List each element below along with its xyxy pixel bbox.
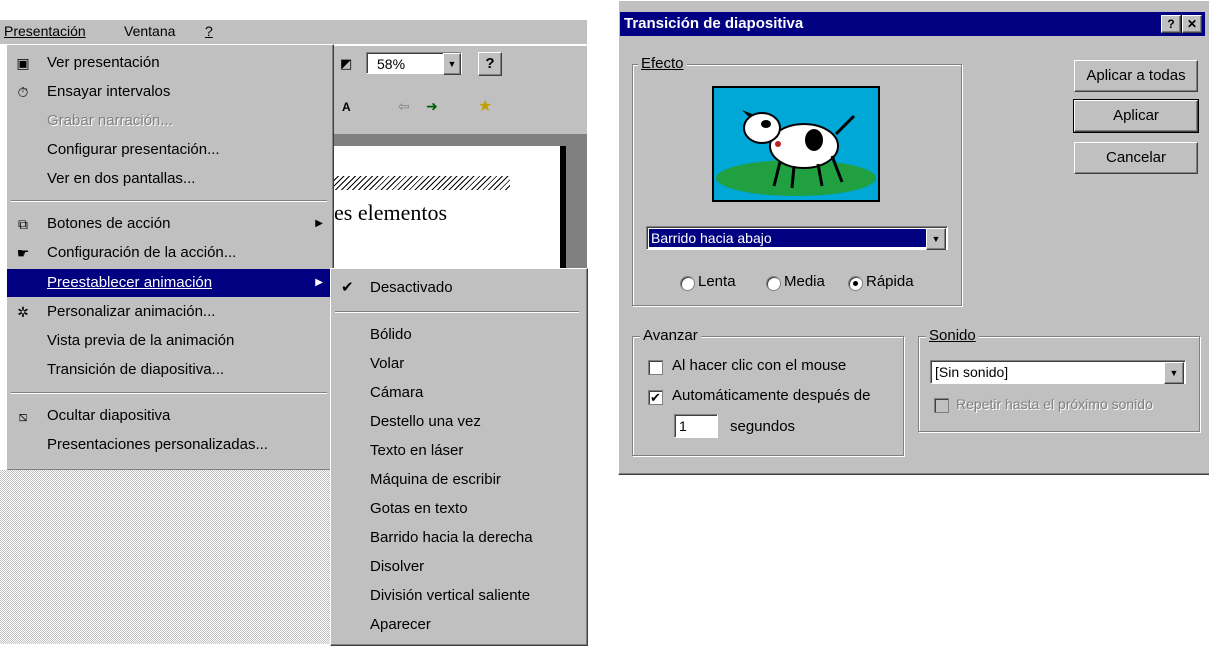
sound-select-value: [Sin sonido]: [935, 364, 1009, 380]
submenu-item-desactivado[interactable]: ✔ Desactivado: [331, 273, 587, 302]
menu-item-configurar-presentacion[interactable]: Configurar presentación...: [7, 136, 333, 164]
effect-select-value: Barrido hacia abajo: [649, 229, 927, 247]
slide-canvas[interactable]: es elementos: [332, 146, 566, 268]
advance-group-title: Avanzar: [640, 327, 701, 344]
dog-preview-icon: [714, 88, 878, 200]
action-settings-icon: ☛: [16, 245, 30, 261]
submenu-item[interactable]: Máquina de escribir: [331, 465, 587, 494]
demote-icon[interactable]: ➜: [426, 98, 438, 115]
dialog-title: Transición de diapositiva: [624, 15, 804, 32]
submenu-item[interactable]: Destello una vez: [331, 407, 587, 436]
advance-on-click-checkbox[interactable]: [648, 360, 663, 375]
speed-medium-label: Media: [784, 273, 825, 290]
menu-separator: [11, 200, 327, 202]
promote-icon[interactable]: ⇦: [398, 98, 410, 115]
menu-item-ocultar-diapositiva[interactable]: ⧅ Ocultar diapositiva: [7, 402, 333, 430]
loop-sound-label: Repetir hasta el próximo sonido: [956, 396, 1153, 412]
action-buttons-icon: ⧉: [18, 216, 28, 232]
advance-auto-label: Automáticamente después de: [672, 387, 871, 404]
sound-select[interactable]: [Sin sonido] ▼: [930, 360, 1186, 384]
hide-slide-icon: ⧅: [18, 408, 28, 424]
menu-item-configuracion-accion[interactable]: ☛ Configuración de la acción...: [7, 239, 333, 267]
help-icon[interactable]: ?: [478, 52, 502, 76]
seconds-label: segundos: [730, 418, 796, 435]
timer-icon: ⏱: [17, 84, 29, 100]
speed-slow-radio[interactable]: [680, 276, 695, 291]
menu-bar: Presentación Ventana ?: [0, 20, 587, 44]
chevron-down-icon[interactable]: ▼: [926, 228, 946, 250]
menu-item-personalizar-animacion[interactable]: ✲ Personalizar animación...: [7, 298, 333, 326]
submenu-item[interactable]: División vertical saliente: [331, 581, 587, 610]
slideshow-icon: ▣: [16, 55, 30, 71]
submenu-item[interactable]: Texto en láser: [331, 436, 587, 465]
advance-auto-checkbox[interactable]: ✔: [648, 390, 663, 405]
submenu-item[interactable]: Disolver: [331, 552, 587, 581]
loop-sound-checkbox[interactable]: [934, 398, 949, 413]
sound-group-title: Sonido: [926, 327, 979, 344]
slide-pane: es elementos: [332, 134, 587, 268]
speed-fast-label: Rápida: [866, 273, 914, 290]
zoom-combo[interactable]: 58% ▼: [366, 52, 462, 75]
menu-presentacion[interactable]: Presentación: [4, 23, 86, 39]
zoom-value: 58%: [377, 56, 406, 72]
menu-help[interactable]: ?: [205, 23, 213, 39]
chevron-down-icon[interactable]: ▼: [443, 53, 461, 75]
menu-item-botones-accion[interactable]: ⧉ Botones de acción ▶: [7, 210, 333, 238]
presentation-menu: ▣ Ver presentación ⏱ Ensayar intervalos …: [6, 44, 334, 471]
menu-separator: [335, 311, 579, 313]
font-grow-icon[interactable]: A: [342, 100, 351, 114]
sound-group: [918, 336, 1200, 432]
menu-item-transicion-diapositiva[interactable]: Transición de diapositiva...: [7, 356, 333, 384]
submenu-item[interactable]: Cámara: [331, 378, 587, 407]
menu-separator: [11, 392, 327, 394]
background-area: [0, 470, 330, 644]
submenu-arrow-icon: ▶: [315, 218, 323, 229]
animation-submenu: ✔ Desactivado Bólido Volar Cámara Destel…: [330, 268, 588, 646]
help-button[interactable]: ?: [1161, 15, 1181, 33]
toolbar: ◩ 58% ▼ ? A ⇦ ➜ ★: [332, 46, 587, 134]
submenu-item[interactable]: Aparecer: [331, 610, 587, 639]
menu-item-ensayar-intervalos[interactable]: ⏱ Ensayar intervalos: [7, 78, 333, 106]
powerpoint-window: Presentación Ventana ? ◩ 58% ▼ ? A ⇦ ➜ ★…: [0, 0, 588, 646]
submenu-arrow-icon: ▶: [315, 277, 323, 288]
advance-on-click-label: Al hacer clic con el mouse: [672, 357, 847, 374]
apply-button[interactable]: Aplicar: [1073, 99, 1199, 133]
dialog-title-bar: Transición de diapositiva ? ✕: [620, 12, 1205, 36]
cancel-button[interactable]: Cancelar: [1074, 142, 1198, 174]
submenu-item[interactable]: Bólido: [331, 320, 587, 349]
speed-slow-label: Lenta: [698, 273, 736, 290]
seconds-input[interactable]: 1: [674, 414, 718, 438]
submenu-item[interactable]: Barrido hacia la derecha: [331, 523, 587, 552]
effect-group-title: Efecto: [638, 55, 687, 72]
menu-ventana[interactable]: Ventana: [124, 23, 175, 39]
color-icon[interactable]: ◩: [340, 54, 362, 74]
chevron-down-icon[interactable]: ▼: [1164, 362, 1184, 384]
menu-item-ver-dos-pantallas[interactable]: Ver en dos pantallas...: [7, 165, 333, 193]
text-placeholder-border: [332, 176, 510, 190]
menu-item-vista-previa-animacion[interactable]: Vista previa de la animación: [7, 327, 333, 355]
menu-item-ver-presentacion[interactable]: ▣ Ver presentación: [7, 49, 333, 77]
slide-text: es elementos: [334, 200, 448, 225]
checkmark-icon: ✔: [341, 279, 354, 296]
submenu-item[interactable]: Volar: [331, 349, 587, 378]
menu-item-grabar-narracion[interactable]: Grabar narración...: [7, 107, 333, 135]
menu-item-preestablecer-animacion[interactable]: Preestablecer animación ▶: [7, 269, 333, 297]
speed-medium-radio[interactable]: [766, 276, 781, 291]
apply-all-button[interactable]: Aplicar a todas: [1074, 60, 1198, 92]
effect-select[interactable]: Barrido hacia abajo ▼: [646, 226, 948, 250]
submenu-item[interactable]: Gotas en texto: [331, 494, 587, 523]
speed-fast-radio[interactable]: [848, 276, 863, 291]
effect-preview: [712, 86, 880, 202]
animation-effects-icon[interactable]: ★: [478, 96, 492, 116]
close-button[interactable]: ✕: [1182, 15, 1202, 33]
custom-animation-icon: ✲: [17, 304, 29, 320]
menu-item-presentaciones-personalizadas[interactable]: Presentaciones personalizadas...: [7, 431, 333, 459]
